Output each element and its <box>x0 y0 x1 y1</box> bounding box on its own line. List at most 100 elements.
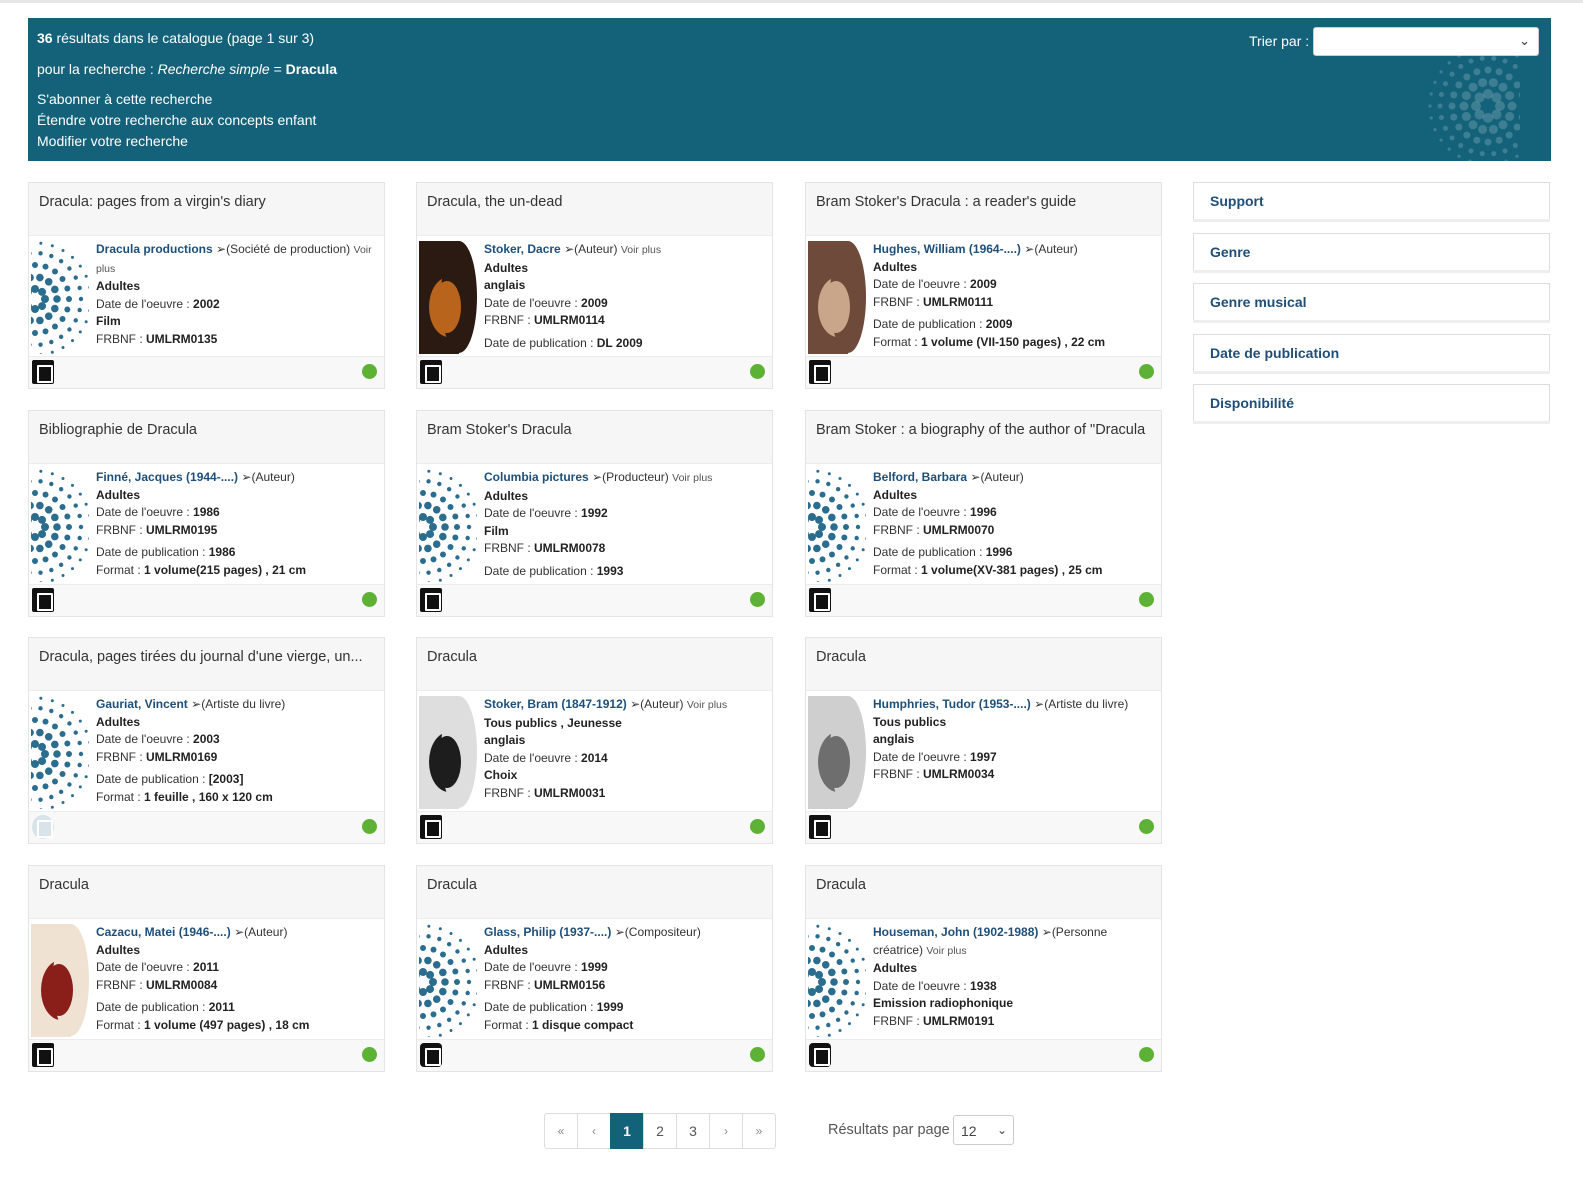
results-per-page-select[interactable]: 12 ⌄ <box>953 1115 1014 1145</box>
result-title[interactable]: Bram Stoker's Dracula : a reader's guide <box>806 183 1161 236</box>
oeuvre-date-label: Date de l'oeuvre : <box>873 505 971 520</box>
frbnf-label: FRBNF : <box>873 294 923 309</box>
frbnf-label: FRBNF : <box>484 977 534 992</box>
result-author-link[interactable]: Stoker, Bram (1847-1912) <box>484 697 627 711</box>
voir-plus-link[interactable]: Voir plus <box>687 699 727 711</box>
result-public: Adultes <box>873 259 918 274</box>
facet-genre[interactable]: Genre <box>1193 233 1550 273</box>
page-1-button[interactable]: 1 <box>610 1113 644 1149</box>
result-title[interactable]: Dracula <box>417 638 772 691</box>
external-link-icon: ➢ <box>630 697 641 711</box>
page-2-button[interactable]: 2 <box>643 1113 677 1149</box>
result-author-link[interactable]: Hughes, William (1964-....) <box>873 242 1021 256</box>
next-page-button[interactable]: › <box>709 1113 743 1149</box>
result-author-link[interactable]: Houseman, John (1902-1988) <box>873 925 1038 939</box>
result-thumbnail[interactable] <box>806 469 870 583</box>
external-link-icon: ➢ <box>191 697 202 711</box>
result-oeuvre-date: 1992 <box>581 506 608 521</box>
facet-date-de-publication[interactable]: Date de publication <box>1193 334 1550 374</box>
external-link-icon: ➢ <box>970 470 981 484</box>
result-thumbnail[interactable] <box>29 469 93 583</box>
result-thumbnail[interactable] <box>806 924 870 1038</box>
voir-plus-link[interactable]: Voir plus <box>926 945 966 957</box>
result-thumbnail[interactable] <box>808 696 866 809</box>
external-link-icon: ➢ <box>234 925 245 939</box>
result-thumbnail[interactable] <box>419 696 477 809</box>
result-author-link[interactable]: Glass, Philip (1937-....) <box>484 925 611 939</box>
extend-search-link[interactable]: Étendre votre recherche aux concepts enf… <box>37 112 316 128</box>
frbnf-label: FRBNF : <box>484 313 534 328</box>
result-title[interactable]: Bram Stoker's Dracula <box>417 411 772 464</box>
subscribe-search-link[interactable]: S'abonner à cette recherche <box>37 91 212 107</box>
result-author-link[interactable]: Columbia pictures <box>484 470 589 484</box>
prev-page-button[interactable]: ‹ <box>577 1113 611 1149</box>
result-title[interactable]: Dracula: pages from a virgin's diary <box>29 183 384 236</box>
result-frbnf: UMLRM0169 <box>146 749 218 764</box>
format-label: Format : <box>484 1017 533 1032</box>
oeuvre-date-label: Date de l'oeuvre : <box>484 960 582 975</box>
result-author-link[interactable]: Belford, Barbara <box>873 470 967 484</box>
result-info: Cazacu, Matei (1946-....) ➢(Auteur) Adul… <box>96 924 376 1035</box>
result-thumbnail[interactable] <box>419 241 477 354</box>
facet-disponibilité[interactable]: Disponibilité <box>1193 384 1550 424</box>
result-thumbnail[interactable] <box>417 469 481 583</box>
result-thumbnail[interactable] <box>808 241 866 354</box>
result-title[interactable]: Dracula, the un-dead <box>417 183 772 236</box>
sort-select[interactable]: ⌄ <box>1313 27 1539 56</box>
modify-search-link[interactable]: Modifier votre recherche <box>37 133 188 149</box>
result-card: Dracula Cazacu, Matei (1946-....) ➢(Auteu… <box>28 865 385 1072</box>
result-author-link[interactable]: Finné, Jacques (1944-....) <box>96 470 238 484</box>
result-title[interactable]: Dracula <box>806 638 1161 691</box>
result-author-role: (Auteur) <box>574 242 618 256</box>
result-card: Bram Stoker : a biography of the author … <box>805 410 1162 617</box>
result-thumbnail[interactable] <box>31 924 89 1037</box>
pub-date-label: Date de publication : <box>484 1000 597 1015</box>
page-3-button[interactable]: 3 <box>676 1113 710 1149</box>
result-public: Adultes <box>484 260 529 275</box>
result-title[interactable]: Dracula <box>417 866 772 919</box>
result-public: Adultes <box>484 488 529 503</box>
result-title[interactable]: Bram Stoker : a biography of the author … <box>806 411 1161 464</box>
result-format: 1 volume (497 pages) , 18 cm <box>144 1017 310 1032</box>
frbnf-label: FRBNF : <box>873 522 923 537</box>
format-label: Format : <box>873 334 922 349</box>
result-footer <box>417 811 772 843</box>
result-author-link[interactable]: Dracula productions <box>96 242 213 256</box>
result-title[interactable]: Dracula <box>29 866 384 919</box>
result-title[interactable]: Dracula <box>806 866 1161 919</box>
results-per-page-value: 12 <box>961 1123 977 1139</box>
availability-icon <box>750 592 765 607</box>
facet-support[interactable]: Support <box>1193 182 1550 222</box>
availability-icon <box>1139 592 1154 607</box>
result-title[interactable]: Dracula, pages tirées du journal d'une v… <box>29 638 384 691</box>
document-icon <box>420 588 442 612</box>
result-title[interactable]: Bibliographie de Dracula <box>29 411 384 464</box>
document-icon <box>809 360 831 384</box>
result-author-link[interactable]: Cazacu, Matei (1946-....) <box>96 925 231 939</box>
result-body: Dracula productions ➢(Société de product… <box>29 237 384 355</box>
facet-genre-musical[interactable]: Genre musical <box>1193 283 1550 323</box>
result-frbnf: UMLRM0195 <box>146 522 218 537</box>
result-frbnf: UMLRM0156 <box>534 977 606 992</box>
result-footer <box>29 584 384 616</box>
result-author-link[interactable]: Stoker, Dacre <box>484 242 561 256</box>
pub-date-label: Date de publication : <box>484 335 597 350</box>
result-author-link[interactable]: Humphries, Tudor (1953-....) <box>873 697 1031 711</box>
format-label: Format : <box>96 1017 145 1032</box>
result-frbnf: UMLRM0034 <box>923 767 995 782</box>
result-author-link[interactable]: Gauriat, Vincent <box>96 697 188 711</box>
result-thumbnail[interactable] <box>417 924 481 1038</box>
result-info: Dracula productions ➢(Société de product… <box>96 241 376 349</box>
first-page-button[interactable]: « <box>544 1113 578 1149</box>
voir-plus-link[interactable]: Voir plus <box>672 472 712 484</box>
result-oeuvre-date: 1996 <box>970 505 997 520</box>
result-public: Adultes <box>96 279 141 294</box>
oeuvre-date-label: Date de l'oeuvre : <box>484 750 582 765</box>
external-link-icon: ➢ <box>564 242 575 256</box>
frbnf-label: FRBNF : <box>873 1013 923 1028</box>
result-thumbnail[interactable] <box>29 241 93 355</box>
result-body: Stoker, Dacre ➢(Auteur) Voir plus Adultes… <box>417 237 772 355</box>
voir-plus-link[interactable]: Voir plus <box>621 244 661 256</box>
last-page-button[interactable]: » <box>742 1113 776 1149</box>
result-thumbnail[interactable] <box>29 696 93 810</box>
